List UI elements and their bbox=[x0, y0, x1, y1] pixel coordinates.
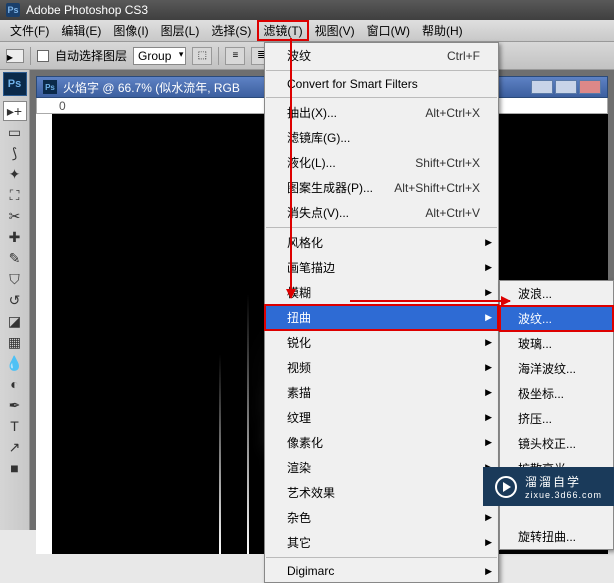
distort-ocean[interactable]: 海洋波纹... bbox=[500, 356, 613, 381]
move-tool[interactable]: ▸+ bbox=[3, 101, 27, 121]
menu-window[interactable]: 窗口(W) bbox=[361, 20, 416, 41]
distort-wave[interactable]: 波浪... bbox=[500, 281, 613, 306]
filter-gallery[interactable]: 滤镜库(G)... bbox=[265, 125, 498, 150]
crop-tool[interactable]: ⛶ bbox=[3, 185, 27, 205]
lasso-tool[interactable]: ⟆ bbox=[3, 143, 27, 163]
filter-video[interactable]: 视频▶ bbox=[265, 355, 498, 380]
distort-ripple[interactable]: 波纹... bbox=[500, 306, 613, 331]
filter-stylize[interactable]: 风格化▶ bbox=[265, 230, 498, 255]
group-combo[interactable]: Group bbox=[133, 47, 186, 65]
history-brush-tool[interactable]: ↺ bbox=[3, 290, 27, 310]
filter-artistic[interactable]: 艺术效果▶ bbox=[265, 480, 498, 505]
watermark-brand: 溜溜自学 bbox=[525, 475, 581, 489]
maximize-button[interactable] bbox=[555, 80, 577, 94]
heal-tool[interactable]: ✚ bbox=[3, 227, 27, 247]
align-icon-1[interactable]: ≡ bbox=[225, 47, 245, 65]
watermark: 溜溜自学 zixue.3d66.com bbox=[483, 467, 614, 506]
distort-submenu: 波浪... 波纹... 玻璃... 海洋波纹... 极坐标... 挤压... 镜… bbox=[499, 280, 614, 550]
distort-pinch[interactable]: 挤压... bbox=[500, 406, 613, 431]
move-tool-icon: ▸ bbox=[6, 49, 24, 63]
dodge-tool[interactable]: ◐ bbox=[3, 374, 27, 394]
stamp-tool[interactable]: ⛉ bbox=[3, 269, 27, 289]
filter-pixelate[interactable]: 像素化▶ bbox=[265, 430, 498, 455]
menu-edit[interactable]: 编辑(E) bbox=[55, 20, 107, 41]
distort-glass[interactable]: 玻璃... bbox=[500, 331, 613, 356]
filter-noise[interactable]: 杂色▶ bbox=[265, 505, 498, 530]
menu-bar: 文件(F) 编辑(E) 图像(I) 图层(L) 选择(S) 滤镜(T) 视图(V… bbox=[0, 20, 614, 42]
distort-lens[interactable]: 镜头校正... bbox=[500, 431, 613, 456]
wand-tool[interactable]: ✦ bbox=[3, 164, 27, 184]
filter-menu-dropdown: 波纹Ctrl+F Convert for Smart Filters 抽出(X)… bbox=[264, 42, 499, 583]
filter-brush-strokes[interactable]: 画笔描边▶ bbox=[265, 255, 498, 280]
auto-select-checkbox[interactable] bbox=[37, 50, 49, 62]
marquee-tool[interactable]: ▭ bbox=[3, 122, 27, 142]
filter-last[interactable]: 波纹Ctrl+F bbox=[265, 43, 498, 68]
menu-file[interactable]: 文件(F) bbox=[4, 20, 55, 41]
play-icon bbox=[495, 476, 517, 498]
pen-tool[interactable]: ✒ bbox=[3, 395, 27, 415]
menu-layer[interactable]: 图层(L) bbox=[155, 20, 206, 41]
distort-spin[interactable]: 旋转扭曲... bbox=[500, 524, 613, 549]
app-titlebar: Ps Adobe Photoshop CS3 bbox=[0, 0, 614, 20]
filter-extract[interactable]: 抽出(X)...Alt+Ctrl+X bbox=[265, 100, 498, 125]
filter-pattern[interactable]: 图案生成器(P)...Alt+Shift+Ctrl+X bbox=[265, 175, 498, 200]
distort-polar[interactable]: 极坐标... bbox=[500, 381, 613, 406]
app-icon: Ps bbox=[6, 3, 20, 17]
eraser-tool[interactable]: ◪ bbox=[3, 311, 27, 331]
gradient-tool[interactable]: ▦ bbox=[3, 332, 27, 352]
app-title: Adobe Photoshop CS3 bbox=[26, 3, 148, 17]
filter-texture[interactable]: 纹理▶ bbox=[265, 405, 498, 430]
filter-blur[interactable]: 模糊▶ bbox=[265, 280, 498, 305]
ps-tab-icon[interactable]: Ps bbox=[3, 72, 27, 96]
filter-digimarc[interactable]: Digimarc▶ bbox=[265, 560, 498, 582]
toolbox: Ps ▸+ ▭ ⟆ ✦ ⛶ ✂ ✚ ✎ ⛉ ↺ ◪ ▦ 💧 ◐ ✒ T ↗ ■ bbox=[0, 70, 30, 530]
menu-image[interactable]: 图像(I) bbox=[107, 20, 154, 41]
filter-liquify[interactable]: 液化(L)...Shift+Ctrl+X bbox=[265, 150, 498, 175]
ruler-mark-0: 0 bbox=[59, 99, 66, 113]
path-tool[interactable]: ↗ bbox=[3, 437, 27, 457]
menu-view[interactable]: 视图(V) bbox=[309, 20, 361, 41]
close-button[interactable] bbox=[579, 80, 601, 94]
menu-help[interactable]: 帮助(H) bbox=[416, 20, 469, 41]
slice-tool[interactable]: ✂ bbox=[3, 206, 27, 226]
distort-gap bbox=[500, 506, 613, 524]
blur-tool[interactable]: 💧 bbox=[3, 353, 27, 373]
brush-tool[interactable]: ✎ bbox=[3, 248, 27, 268]
filter-sharpen[interactable]: 锐化▶ bbox=[265, 330, 498, 355]
filter-sketch[interactable]: 素描▶ bbox=[265, 380, 498, 405]
filter-render[interactable]: 渲染▶ bbox=[265, 455, 498, 480]
filter-convert-smart[interactable]: Convert for Smart Filters bbox=[265, 73, 498, 95]
shape-tool[interactable]: ■ bbox=[3, 458, 27, 478]
document-title: 火焰字 @ 66.7% (似水流年, RGB bbox=[63, 79, 240, 96]
menu-filter[interactable]: 滤镜(T) bbox=[257, 20, 308, 41]
auto-select-label: 自动选择图层 bbox=[55, 47, 127, 64]
type-tool[interactable]: T bbox=[3, 416, 27, 436]
menu-select[interactable]: 选择(S) bbox=[205, 20, 257, 41]
minimize-button[interactable] bbox=[531, 80, 553, 94]
filter-other[interactable]: 其它▶ bbox=[265, 530, 498, 555]
transform-icon[interactable]: ⬚ bbox=[192, 47, 212, 65]
filter-distort[interactable]: 扭曲▶ bbox=[265, 305, 498, 330]
watermark-url: zixue.3d66.com bbox=[525, 490, 602, 500]
filter-vanish[interactable]: 消失点(V)...Alt+Ctrl+V bbox=[265, 200, 498, 225]
doc-icon: Ps bbox=[43, 80, 57, 94]
